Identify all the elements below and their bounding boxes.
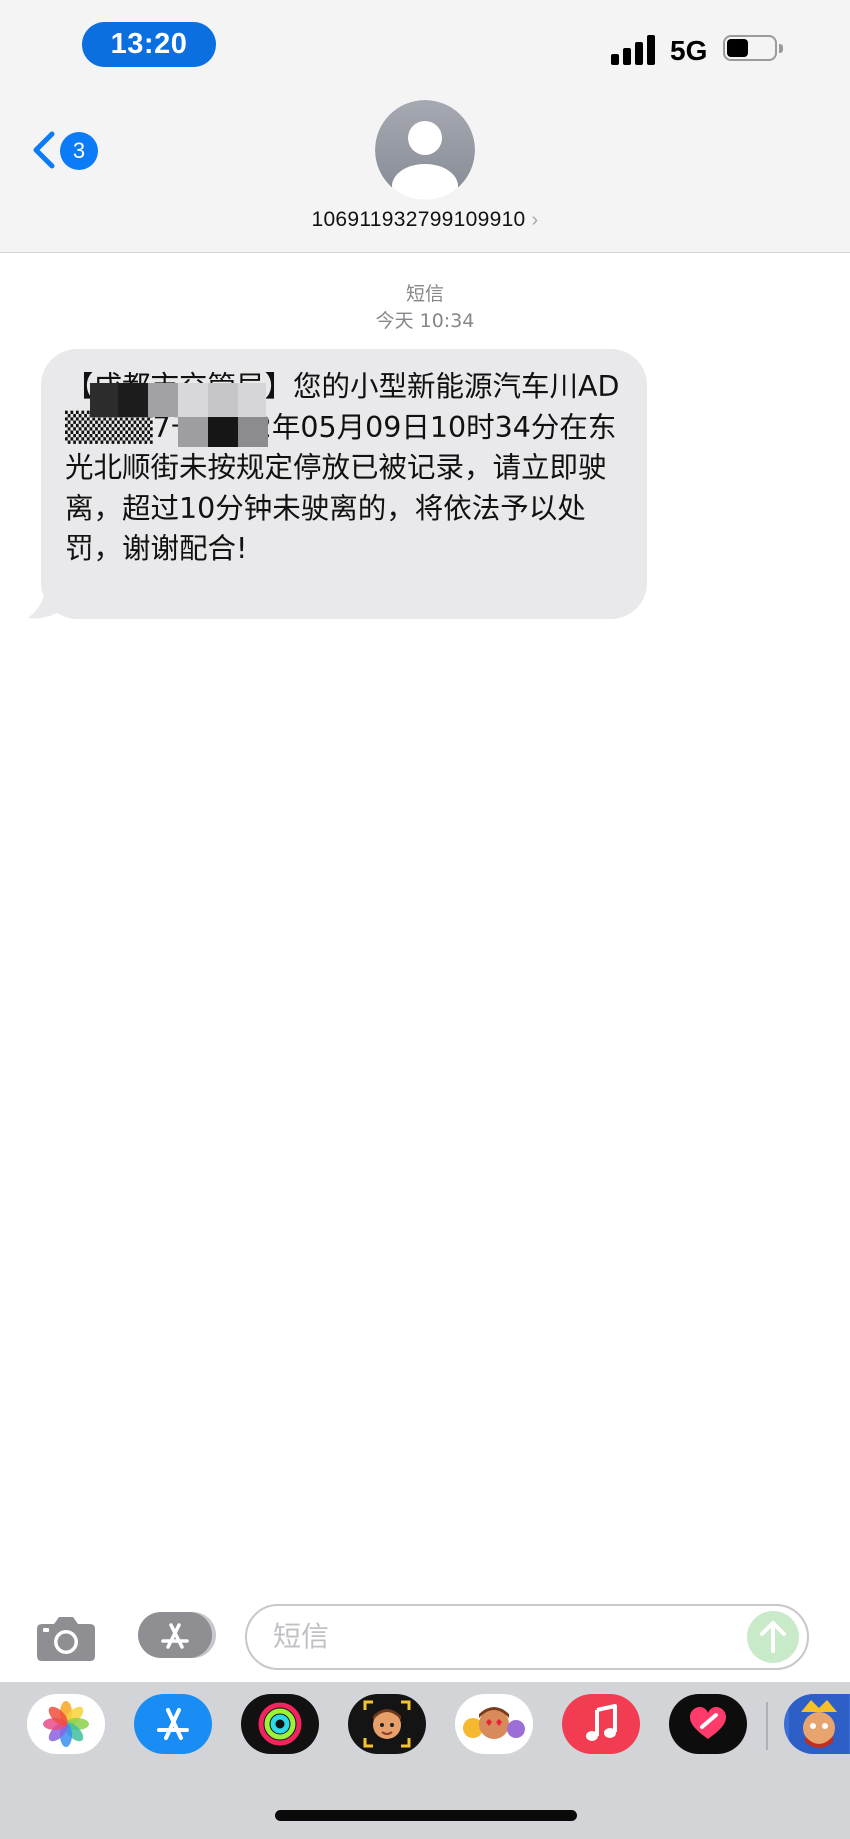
app-store-app-button[interactable] <box>134 1694 212 1754</box>
animoji-app-button[interactable] <box>455 1694 533 1754</box>
redaction-mosaic <box>90 383 266 417</box>
contact-avatar[interactable] <box>375 100 475 200</box>
person-icon <box>375 100 475 200</box>
status-time[interactable]: 13:20 <box>82 22 216 67</box>
chevron-left-icon <box>33 131 55 169</box>
app-store-button[interactable] <box>138 1612 212 1658</box>
music-note-icon <box>586 1704 617 1741</box>
back-button[interactable]: 3 <box>30 124 106 176</box>
app-store-icon <box>157 1708 189 1740</box>
message-input[interactable]: 短信 <box>245 1604 809 1670</box>
imessage-app-drawer <box>0 1682 850 1839</box>
compose-bar: 短信 <box>0 1590 850 1680</box>
memoji-icon <box>363 1700 411 1748</box>
memoji-app-button[interactable] <box>348 1694 426 1754</box>
home-indicator[interactable] <box>275 1810 577 1821</box>
heart-icon <box>690 1707 726 1739</box>
status-bar: 13:20 5G <box>0 0 850 96</box>
conversation-header: 3 106911932799109910 › <box>0 96 850 253</box>
activity-app-button[interactable] <box>241 1694 319 1754</box>
contact-name[interactable]: 106911932799109910 › <box>0 208 850 232</box>
animoji-icon <box>463 1707 525 1739</box>
network-type: 5G <box>670 35 708 66</box>
battery-icon <box>723 35 785 65</box>
send-button[interactable] <box>747 1611 799 1663</box>
app-store-icon <box>161 1623 189 1649</box>
drawer-divider <box>766 1702 768 1750</box>
photos-icon <box>43 1701 89 1747</box>
music-app-button[interactable] <box>562 1694 640 1754</box>
contact-number: 106911932799109910 <box>311 208 526 231</box>
arrow-up-icon <box>760 1621 786 1653</box>
message-type-label: 短信 <box>405 283 444 305</box>
camera-button[interactable] <box>36 1614 96 1662</box>
game-app-button[interactable] <box>784 1694 850 1754</box>
chevron-right-icon: › <box>531 209 539 231</box>
camera-icon <box>37 1617 95 1661</box>
battery-level-fill <box>727 39 748 57</box>
unread-count-badge: 3 <box>60 132 98 170</box>
message-timestamp: 今天 10:34 <box>375 310 475 332</box>
photos-app-button[interactable] <box>27 1694 105 1754</box>
game-character-icon <box>789 1694 849 1754</box>
redaction-mosaic <box>178 417 268 447</box>
cellular-signal-icon <box>611 35 659 65</box>
activity-rings-icon <box>258 1702 302 1746</box>
digital-touch-app-button[interactable] <box>669 1694 747 1754</box>
